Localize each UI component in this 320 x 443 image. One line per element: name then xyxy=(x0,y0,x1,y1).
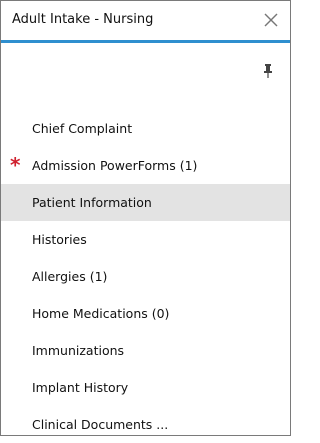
nav-item-label: Histories xyxy=(32,232,87,247)
close-icon[interactable] xyxy=(262,11,280,29)
nav-item-label: Clinical Documents ... xyxy=(32,417,169,432)
pin-icon[interactable] xyxy=(263,63,273,78)
panel-title: Adult Intake - Nursing xyxy=(12,12,154,27)
nav-item-chief-complaint[interactable]: Chief Complaint xyxy=(1,110,290,147)
nav-item-label: Allergies (1) xyxy=(32,269,108,284)
nav-item-label: Implant History xyxy=(32,380,129,395)
nav-item-immunizations[interactable]: Immunizations xyxy=(1,332,290,369)
intake-panel: Adult Intake - Nursing Chief Complaint *… xyxy=(0,0,291,436)
nav-item-label: Home Medications (0) xyxy=(32,306,170,321)
nav-item-patient-information[interactable]: Patient Information xyxy=(1,184,290,221)
nav-item-implant-history[interactable]: Implant History xyxy=(1,369,290,406)
nav-item-home-medications[interactable]: Home Medications (0) xyxy=(1,295,290,332)
required-marker: * xyxy=(10,153,21,177)
nav-item-clinical-documents[interactable]: Clinical Documents ... xyxy=(1,406,290,443)
nav-item-label: Chief Complaint xyxy=(32,121,133,136)
nav-item-label: Immunizations xyxy=(32,343,125,358)
nav-item-admission-powerforms[interactable]: * Admission PowerForms (1) xyxy=(1,147,290,184)
nav-item-label: Patient Information xyxy=(32,195,152,210)
nav-item-histories[interactable]: Histories xyxy=(1,221,290,258)
nav-list: Chief Complaint * Admission PowerForms (… xyxy=(1,110,290,443)
panel-header: Adult Intake - Nursing xyxy=(1,1,290,43)
nav-item-label: Admission PowerForms (1) xyxy=(32,158,198,173)
nav-item-allergies[interactable]: Allergies (1) xyxy=(1,258,290,295)
